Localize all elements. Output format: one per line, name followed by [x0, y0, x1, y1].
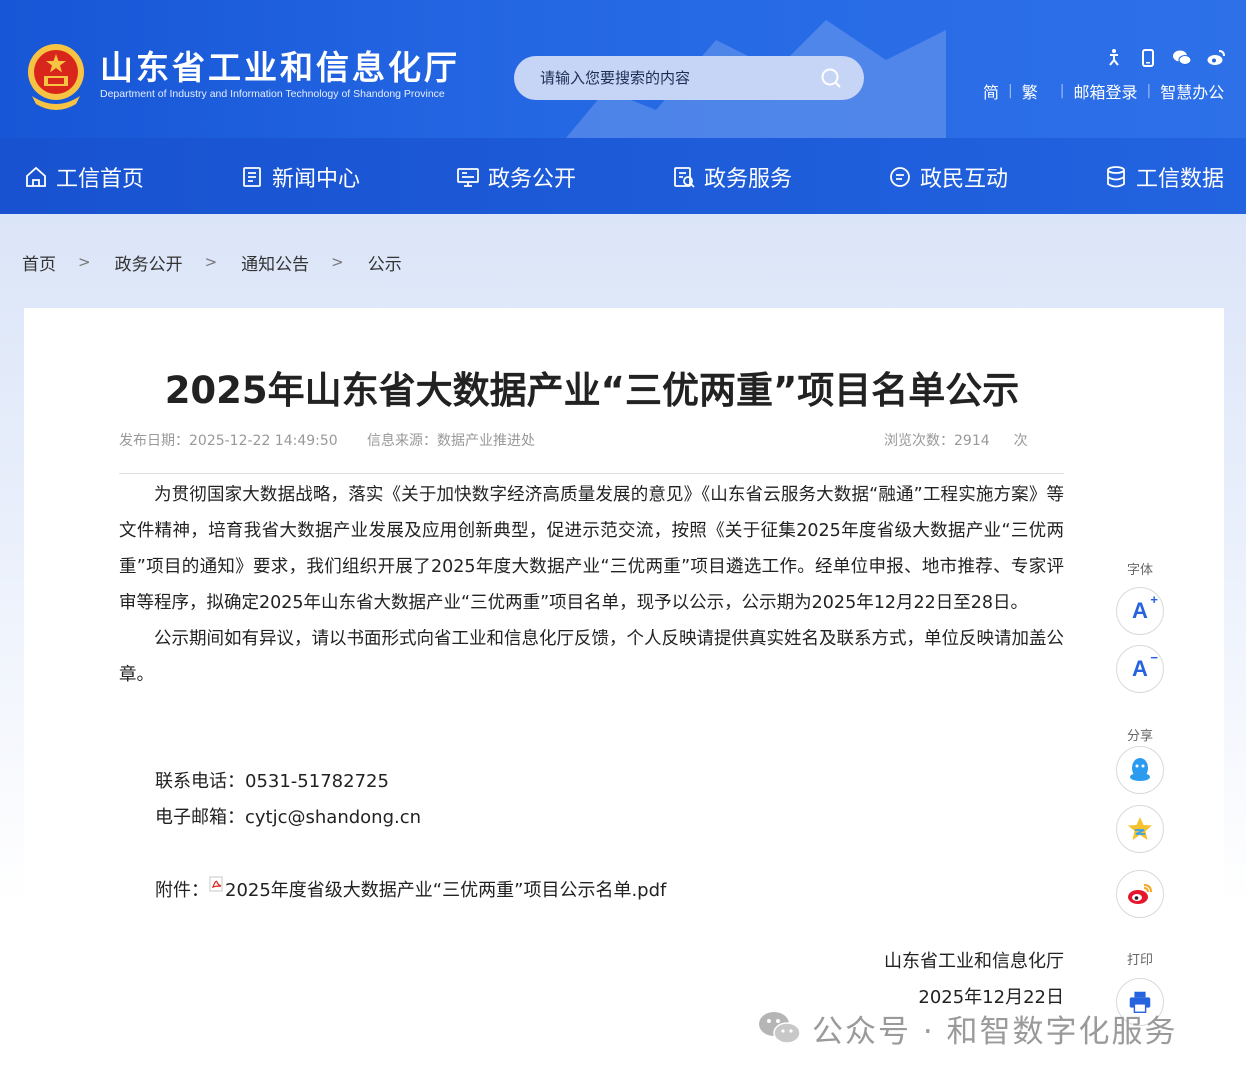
qzone-icon: [1128, 817, 1152, 840]
share-label: 分享: [1126, 729, 1153, 744]
breadcrumb-publicity[interactable]: 公示: [368, 250, 402, 275]
interaction-icon: [890, 167, 910, 187]
mail-login-link[interactable]: 邮箱登录: [1073, 79, 1137, 103]
separator: |: [1146, 83, 1152, 99]
simplified-chinese-link[interactable]: 简: [983, 79, 999, 103]
national-emblem-icon: [28, 44, 84, 110]
views-label: 浏览次数：: [884, 433, 954, 449]
source-label: 信息来源：: [367, 433, 437, 449]
smart-office-link[interactable]: 智慧办公: [1160, 79, 1224, 103]
article-title: 2025年山东省大数据产业“三优两重”项目名单公示: [164, 369, 1020, 412]
news-icon: [243, 167, 261, 187]
breadcrumb-notices[interactable]: 通知公告: [241, 250, 309, 275]
share-qq-button[interactable]: [1116, 746, 1164, 794]
views-unit: 次: [1013, 433, 1028, 449]
home-icon: [26, 166, 46, 187]
font-increase-button[interactable]: A +: [1116, 587, 1164, 635]
publish-date: 发布日期：2025-12-22 14:49:50: [119, 430, 338, 450]
font-decrease-icon: A −: [1132, 650, 1158, 681]
nav-label: 新闻中心: [272, 167, 361, 192]
view-count: 浏览次数：2914 次: [884, 430, 1028, 450]
nav-item-news[interactable]: 新闻中心: [240, 162, 360, 192]
attachment-label: 附件：: [155, 880, 209, 901]
wechat-watermark-icon: [759, 1012, 801, 1044]
share-qzone-button[interactable]: [1116, 805, 1164, 853]
mobile-icon[interactable]: [1138, 48, 1158, 68]
search-box[interactable]: [514, 56, 864, 100]
pdf-icon: [209, 876, 223, 892]
separator: |: [1008, 83, 1013, 99]
source-value: 数据产业推进处: [437, 433, 535, 449]
nav-item-home[interactable]: 工信首页: [24, 162, 144, 192]
font-label: 字体: [1126, 563, 1153, 578]
breadcrumb-separator: >: [78, 253, 91, 271]
nav-label: 政民互动: [920, 167, 1009, 192]
nav-item-interaction[interactable]: 政民互动: [888, 162, 1008, 192]
database-icon: [1107, 166, 1125, 188]
gov-open-icon: [457, 168, 479, 187]
breadcrumb-gov-open[interactable]: 政务公开: [115, 250, 183, 275]
main-nav: 工信首页 新闻中心 政务公开 政务服务 政民互动 工信数据: [0, 138, 1246, 214]
search-icon[interactable]: [820, 67, 842, 89]
font-increase-icon: A +: [1132, 592, 1158, 623]
top-icon-bar: [1104, 48, 1226, 68]
article-paragraph: 公示期间如有异议，请以书面形式向省工业和信息化厅反馈，个人反映请提供真实姓名及联…: [119, 629, 1064, 685]
gov-service-icon: [674, 167, 695, 188]
nav-label: 政务公开: [488, 167, 577, 192]
site-title[interactable]: 山东省工业和信息化厅: [100, 50, 460, 86]
accessibility-icon[interactable]: [1104, 48, 1124, 68]
breadcrumb-separator: >: [204, 253, 218, 271]
attachment-link[interactable]: 2025年度省级大数据产业“三优两重”项目公示名单.pdf: [225, 876, 666, 902]
wechat-icon[interactable]: [1172, 48, 1192, 68]
search-input[interactable]: [540, 69, 820, 87]
breadcrumb-separator: >: [331, 253, 344, 271]
nav-item-gov-open[interactable]: 政务公开: [456, 162, 576, 192]
nav-item-gov-service[interactable]: 政务服务: [672, 162, 792, 192]
weibo-icon[interactable]: [1206, 48, 1226, 68]
print-label: 打印: [1126, 953, 1153, 968]
breadcrumb: 首页 > 政务公开 > 通知公告 > 公示: [22, 250, 402, 275]
font-decrease-button[interactable]: A −: [1116, 645, 1164, 693]
separator: |: [1059, 83, 1065, 99]
nav-label: 工信数据: [1136, 167, 1225, 192]
weibo-share-icon: [1128, 884, 1152, 904]
publish-value: 2025-12-22 14:49:50: [189, 433, 338, 449]
breadcrumb-home[interactable]: 首页: [22, 250, 56, 275]
nav-label: 政务服务: [704, 167, 793, 192]
traditional-chinese-link[interactable]: 繁: [1022, 79, 1038, 103]
contact-email: 电子邮箱：cytjc@shandong.cn: [155, 807, 422, 828]
nav-label: 工信首页: [56, 167, 145, 192]
wechat-watermark: 公众号 · 和智数字化服务: [756, 1008, 1178, 1050]
top-links: 简 | 繁 | 邮箱登录 | 智慧办公: [983, 80, 1224, 102]
publish-label: 发布日期：: [119, 433, 189, 449]
qq-icon: [1130, 758, 1150, 781]
title-divider: [119, 473, 1064, 474]
contact-phone: 联系电话：0531-51782725: [155, 771, 389, 792]
site-subtitle: Department of Industry and Information T…: [100, 88, 445, 100]
site-header: 山东省工业和信息化厅 Department of Industry and In…: [0, 0, 1246, 138]
article-body: 为贯彻国家大数据战略，落实《关于加快数字经济高质量发展的意见》《山东省云服务大数…: [119, 477, 1064, 693]
share-weibo-button[interactable]: [1116, 870, 1164, 918]
nav-item-data[interactable]: 工信数据: [1104, 162, 1224, 192]
attachment: 附件： 2025年度省级大数据产业“三优两重”项目公示名单.pdf: [155, 874, 666, 904]
watermark-text: 公众号 · 和智数字化服务: [812, 1013, 1178, 1050]
views-value: 2914: [954, 433, 990, 449]
signature-org: 山东省工业和信息化厅: [884, 951, 1064, 972]
article-paragraph: 为贯彻国家大数据战略，落实《关于加快数字经济高质量发展的意见》《山东省云服务大数…: [119, 485, 1064, 613]
info-source: 信息来源：数据产业推进处: [367, 430, 535, 450]
